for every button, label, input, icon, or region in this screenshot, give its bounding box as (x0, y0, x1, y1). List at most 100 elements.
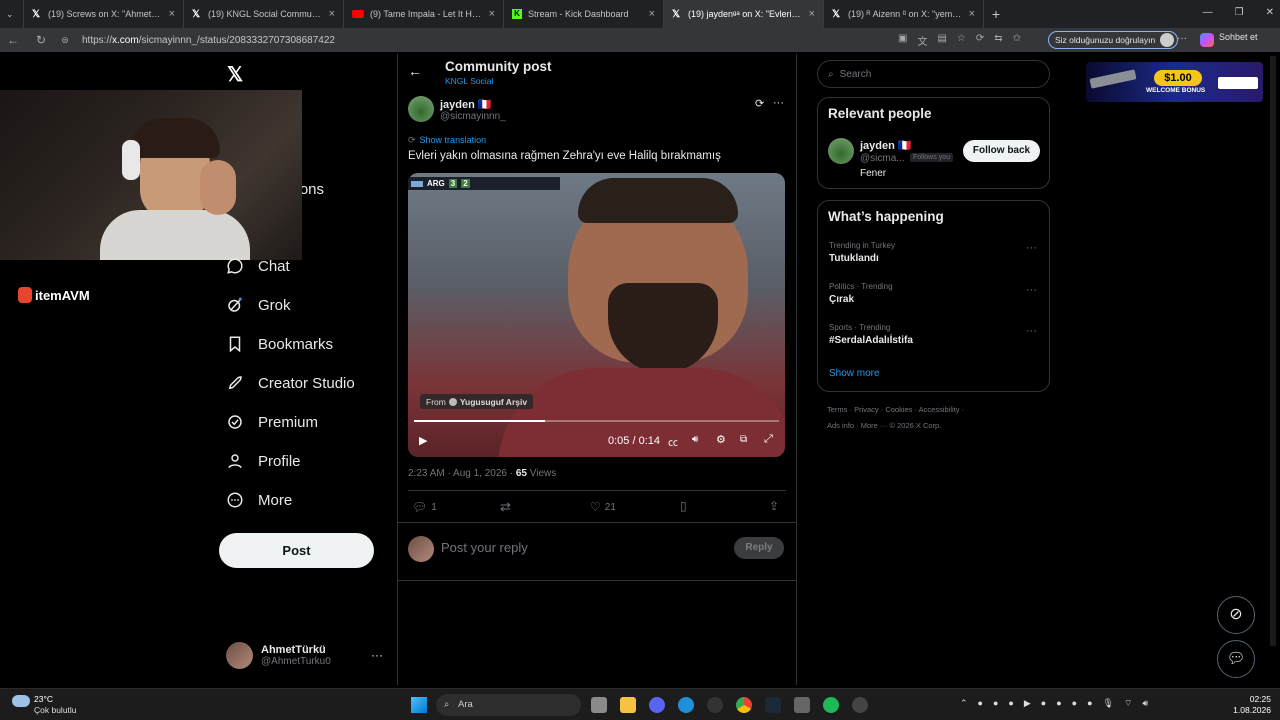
tray-icon[interactable]: ● (1072, 698, 1077, 709)
trend-item[interactable]: Sports · Trending #SerdalAdalıİstifa (829, 323, 913, 346)
app-icon[interactable] (794, 697, 810, 713)
weather-temp[interactable]: 23°C (34, 694, 53, 704)
video-source-badge[interactable]: From Yugusuguf Arşiv (420, 394, 534, 409)
close-icon[interactable]: × (169, 8, 175, 20)
reader-icon[interactable]: ▤ (937, 33, 946, 48)
copilot-icon[interactable] (1200, 33, 1214, 47)
extension-icon[interactable]: ⟳ (976, 33, 984, 48)
app-icon[interactable] (852, 697, 868, 713)
avatar[interactable] (408, 96, 434, 122)
sidebar-item-more[interactable]: More (226, 491, 292, 509)
author-name[interactable]: jayden 🇫🇷 (440, 98, 492, 111)
trend-menu-icon[interactable]: ··· (1026, 242, 1037, 254)
avatar[interactable] (828, 138, 854, 164)
post-menu-icon[interactable]: ··· (773, 97, 784, 109)
tray-icon[interactable]: ● (978, 698, 983, 709)
translate-icon[interactable]: 文 (917, 33, 927, 48)
captions-icon[interactable]: ㏄ (668, 434, 678, 449)
back-arrow-icon[interactable]: ← (408, 63, 422, 79)
grok-fab-icon[interactable]: ⊘ (1217, 596, 1255, 634)
footer-links[interactable]: Ads info · More ··· © 2026 X Corp. (827, 421, 941, 430)
close-window-icon[interactable]: ✕ (1266, 7, 1274, 18)
sidebar-item-profile[interactable]: Profile (226, 452, 301, 470)
scrollbar[interactable] (1270, 56, 1276, 646)
close-icon[interactable]: × (489, 8, 495, 20)
profile-switch-icon[interactable]: ⇆ (994, 33, 1002, 48)
browser-tab[interactable]: 𝕏(19) ᴿ Aizenn ᴽ on X: "yemek yay× (824, 0, 984, 28)
favorites-icon[interactable]: ✩ (1013, 33, 1021, 48)
task-view-icon[interactable] (591, 697, 607, 713)
share-icon[interactable]: ⇪ (769, 499, 779, 513)
account-switcher[interactable]: AhmetTürkü @AhmetTurku0 (226, 642, 331, 669)
reply-button[interactable]: Reply (734, 537, 784, 559)
weather-desc[interactable]: Çok bulutlu (34, 705, 77, 715)
close-icon[interactable]: × (649, 8, 655, 20)
tray-icon[interactable]: ● (993, 698, 998, 709)
show-more-link[interactable]: Show more (829, 368, 880, 379)
reload-icon[interactable]: ↻ (32, 33, 50, 47)
tray-icon[interactable]: ● (1008, 698, 1013, 709)
browser-tab[interactable]: 𝕏(19) KNGL Social Community / X× (184, 0, 344, 28)
maximize-icon[interactable]: ❐ (1235, 7, 1244, 18)
x-logo-icon[interactable]: 𝕏 (227, 62, 243, 87)
close-icon[interactable]: × (329, 8, 335, 20)
minimize-icon[interactable]: — (1203, 7, 1213, 18)
trend-item[interactable]: Politics · Trending Çırak (829, 282, 893, 305)
browser-tab[interactable]: 𝕏(19) Screws on X: "AhmetTurku Bu× (24, 0, 184, 28)
close-icon[interactable]: × (969, 8, 975, 20)
discord-icon[interactable] (649, 697, 665, 713)
bookmark-icon[interactable]: ▯ (680, 499, 687, 513)
trend-menu-icon[interactable]: ··· (1026, 325, 1037, 337)
repost-icon[interactable]: ⇄ (500, 499, 511, 515)
chrome-icon[interactable] (736, 697, 752, 713)
reply-input[interactable]: Post your reply (441, 540, 528, 555)
spotify-icon[interactable] (823, 697, 839, 713)
install-app-icon[interactable]: ▣ (898, 33, 907, 48)
play-icon[interactable]: ▶ (419, 434, 427, 447)
sidebar-item-grok[interactable]: Grok (226, 296, 291, 314)
reply-action[interactable]: 💬︎ 1 (412, 500, 437, 514)
video-progress-track[interactable] (414, 420, 779, 422)
chat-button[interactable]: Sohbet et (1219, 32, 1258, 42)
settings-icon[interactable]: ⚙ (716, 433, 726, 446)
tray-icon[interactable]: ▶ (1024, 698, 1031, 709)
sidebar-item-chat[interactable]: Chat (226, 257, 290, 275)
app-icon[interactable] (707, 697, 723, 713)
star-icon[interactable]: ☆ (957, 33, 966, 48)
show-translation-link[interactable]: ⟳ Show translation (408, 135, 486, 146)
windows-start-icon[interactable] (411, 697, 427, 713)
messages-fab-icon[interactable]: 💬︎ (1217, 640, 1255, 678)
footer-links[interactable]: Terms · Privacy · Cookies · Accessibilit… (827, 405, 964, 414)
site-info-icon[interactable]: ⊜ (56, 35, 74, 46)
pip-icon[interactable]: ⧉ (740, 434, 747, 445)
follow-back-button[interactable]: Follow back (963, 140, 1040, 162)
browser-tab[interactable]: (9) Tame Impala - Let It Happen (O× (344, 0, 504, 28)
mic-icon[interactable]: 🎙︎ (1103, 698, 1114, 709)
tray-icon[interactable]: ● (1087, 698, 1092, 709)
clock-date[interactable]: 1.08.2026 (1226, 705, 1271, 715)
trend-menu-icon[interactable]: ··· (1026, 284, 1037, 296)
author-handle[interactable]: @sicmayinnn_ (440, 111, 506, 122)
menu-icon[interactable]: ··· (1177, 33, 1187, 44)
sidebar-item-creator-studio[interactable]: Creator Studio (226, 374, 355, 392)
url-field[interactable]: https://x.com/sicmayinnn_/status/2083332… (82, 35, 335, 46)
edge-icon[interactable] (678, 697, 694, 713)
community-link[interactable]: KNGL Social (445, 76, 493, 86)
volume-icon[interactable]: 🔊︎ (692, 434, 698, 445)
verify-identity-button[interactable]: Siz olduğunuzu doğrulayın (1048, 31, 1179, 49)
taskbar-search[interactable]: ⌕ Ara (436, 694, 581, 716)
account-menu-icon[interactable]: ··· (371, 648, 383, 662)
browser-tab[interactable]: K Stream - Kick Dashboard × (504, 0, 664, 28)
chevron-up-icon[interactable]: ⌃ (960, 698, 968, 709)
browser-tab-active[interactable]: 𝕏(19) jaydenᵍᵃ on X: "Evleri yakın ol× (664, 0, 824, 28)
tab-search-button[interactable]: ⌄ (0, 0, 24, 28)
file-explorer-icon[interactable] (620, 697, 636, 713)
tray-icon[interactable]: ● (1056, 698, 1061, 709)
sidebar-item-premium[interactable]: Premium (226, 413, 318, 431)
grok-icon[interactable]: ⟳ (755, 97, 764, 110)
volume-icon[interactable]: 🔊︎ (1142, 698, 1148, 709)
post-button[interactable]: Post (219, 533, 374, 568)
wifi-icon[interactable]: ⌔ (1124, 698, 1132, 709)
steam-icon[interactable] (765, 697, 781, 713)
sidebar-item-bookmarks[interactable]: Bookmarks (226, 335, 333, 353)
